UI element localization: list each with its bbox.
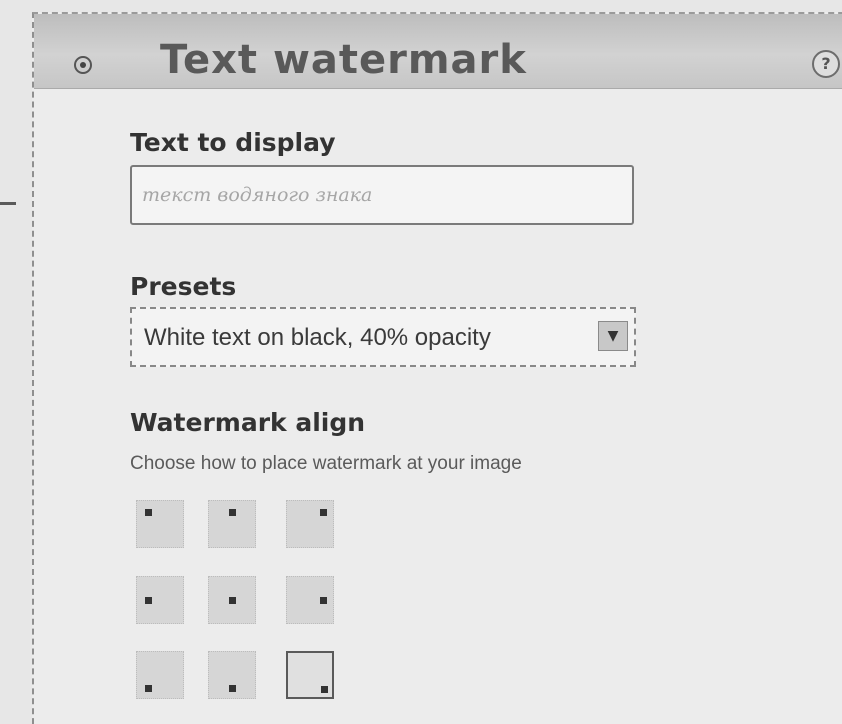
watermark-text-input[interactable]: [130, 165, 634, 225]
chevron-down-icon[interactable]: ▼: [598, 321, 628, 351]
align-marker-icon: [145, 597, 152, 604]
align-option-bottom-left[interactable]: [136, 651, 184, 699]
presets-selected-value: White text on black, 40% opacity: [144, 324, 491, 351]
align-option-middle-right[interactable]: [286, 576, 334, 624]
panel-title: Text watermark: [160, 37, 527, 83]
text-to-display-label: Text to display: [130, 128, 336, 157]
align-marker-icon: [320, 597, 327, 604]
align-marker-icon: [145, 685, 152, 692]
align-option-bottom-center[interactable]: [208, 651, 256, 699]
align-option-top-left[interactable]: [136, 500, 184, 548]
align-marker-icon: [320, 509, 327, 516]
watermark-align-hint: Choose how to place watermark at your im…: [130, 453, 522, 474]
align-option-top-right[interactable]: [286, 500, 334, 548]
edge-mark: [0, 202, 16, 205]
align-marker-icon: [145, 509, 152, 516]
align-option-center[interactable]: [208, 576, 256, 624]
radio-collapse-icon[interactable]: [74, 56, 92, 74]
align-option-bottom-right[interactable]: [286, 651, 334, 699]
align-marker-icon: [229, 597, 236, 604]
presets-dropdown[interactable]: White text on black, 40% opacity ▼: [130, 307, 636, 367]
align-marker-icon: [321, 686, 328, 693]
presets-label: Presets: [130, 272, 237, 301]
watermark-align-label: Watermark align: [130, 408, 366, 437]
align-marker-icon: [229, 685, 236, 692]
align-option-top-center[interactable]: [208, 500, 256, 548]
align-option-middle-left[interactable]: [136, 576, 184, 624]
panel-header[interactable]: Text watermark ?: [34, 14, 842, 89]
align-marker-icon: [229, 509, 236, 516]
page: Text watermark ? Text to display Presets…: [0, 0, 842, 724]
help-icon[interactable]: ?: [812, 50, 840, 78]
